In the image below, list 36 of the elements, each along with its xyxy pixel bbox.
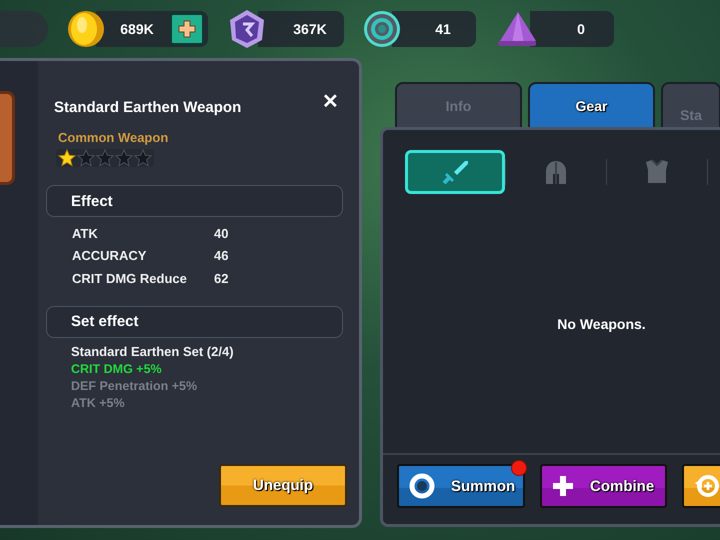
currency-amount: 41 — [434, 21, 452, 37]
star-icon — [58, 149, 76, 167]
stat-value: 40 — [214, 226, 230, 241]
currency-amount: 367K — [292, 21, 328, 37]
stat-name: ATK — [72, 226, 99, 241]
star-icon — [134, 149, 152, 167]
star-icon — [96, 149, 114, 167]
item-title: Standard Earthen Weapon — [54, 99, 242, 116]
star-icon — [77, 149, 95, 167]
plus-icon — [552, 475, 574, 497]
item-rarity: Common Weapon — [58, 130, 170, 145]
currency-amount: 0 — [576, 21, 586, 37]
sword-icon — [441, 158, 469, 186]
tab[interactable]: Gear — [528, 82, 655, 127]
stat-value: 62 — [214, 270, 230, 286]
stat-name: ACCURACY — [72, 248, 148, 264]
close-button[interactable]: ✕ — [322, 89, 339, 114]
armor-icon — [643, 158, 671, 186]
plus-icon — [178, 20, 196, 38]
combine-button[interactable]: Combine — [540, 464, 667, 508]
stat-name: CRIT DMG Reduce — [72, 270, 188, 286]
empty-message: No Weapons. — [557, 316, 646, 332]
portal-icon — [409, 473, 435, 499]
add-button[interactable] — [170, 13, 204, 45]
set-bonus: ATK +5% — [71, 396, 126, 410]
set-name: Standard Earthen Set (2/4) — [71, 344, 235, 358]
helmet-icon — [543, 158, 569, 186]
star-icon — [115, 149, 133, 167]
gear-slot-tab[interactable] — [405, 150, 505, 194]
set-bonus: DEF Penetration +5% — [71, 378, 198, 392]
currency-amount: 689K — [119, 21, 155, 37]
refresh-plus-icon — [694, 473, 720, 499]
section-header: Set effect — [46, 306, 343, 338]
section-header: Effect — [46, 185, 343, 217]
stat-value: 46 — [214, 248, 230, 264]
set-bonus: CRIT DMG +5% — [71, 362, 163, 376]
